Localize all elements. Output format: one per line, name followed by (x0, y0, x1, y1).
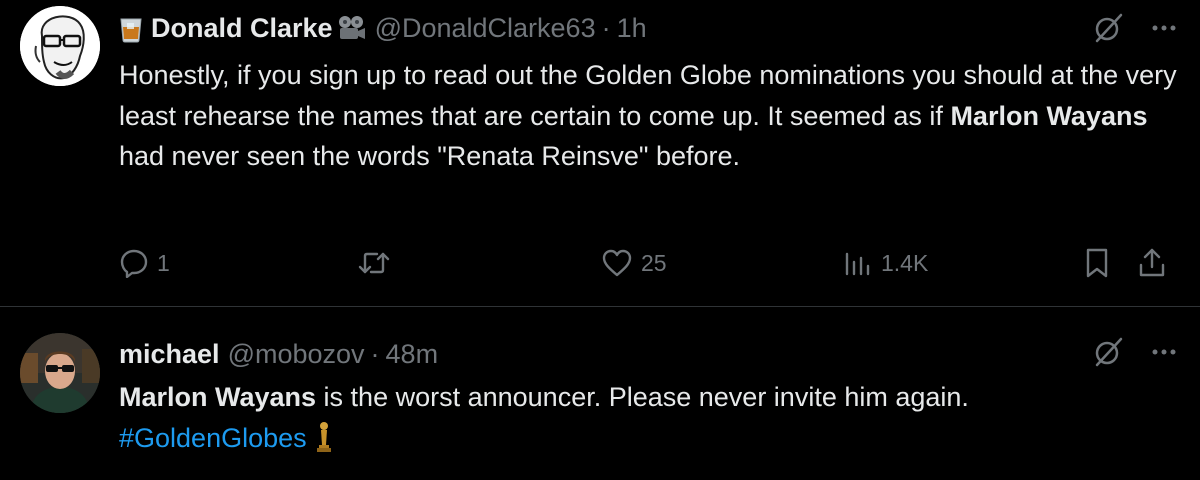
tweet[interactable]: michael @mobozov · 48m Marlon Wayans is … (0, 307, 1200, 480)
share-icon (1139, 248, 1165, 277)
reply-count: 1 (157, 249, 170, 276)
avatar-photo-icon (20, 333, 100, 413)
bookmark-icon (1086, 248, 1108, 278)
tweet-header: Donald Clarke @DonaldClarke63 · 1h (119, 8, 647, 48)
tweet-top-actions (1092, 336, 1178, 373)
tweet-text: Honestly, if you sign up to read out the… (119, 55, 1179, 177)
reply-icon (120, 249, 148, 278)
trophy-icon (315, 421, 333, 453)
retweet-button[interactable] (357, 238, 391, 288)
reply-button[interactable]: 1 (119, 238, 170, 288)
tweet-actions: 1 25 1.4K (119, 238, 1180, 288)
tweet-text-bold: Marlon Wayans (119, 382, 317, 412)
grok-icon[interactable] (1092, 12, 1124, 49)
tweet-text: Marlon Wayans is the worst announcer. Pl… (119, 377, 1179, 458)
display-name[interactable]: Donald Clarke (151, 13, 333, 44)
heart-icon (602, 249, 632, 277)
tweet-text-bold: Marlon Wayans (950, 100, 1148, 131)
tweet-text-segment: had never seen the words "Renata Reinsve… (119, 141, 741, 171)
like-count: 25 (641, 249, 667, 276)
grok-icon[interactable] (1092, 336, 1124, 373)
like-button[interactable]: 25 (601, 238, 667, 288)
film-camera-icon (337, 15, 367, 41)
tweet-top-actions (1092, 12, 1178, 49)
user-handle[interactable]: @mobozov (228, 339, 365, 370)
views-button[interactable]: 1.4K (843, 238, 928, 288)
separator-dot: · (370, 338, 380, 369)
more-dots-icon[interactable] (1150, 338, 1178, 371)
view-count: 1.4K (881, 249, 929, 276)
tweet[interactable]: Donald Clarke @DonaldClarke63 · 1h Hones… (0, 0, 1200, 307)
whisky-glass-icon (119, 13, 143, 43)
hashtag-link[interactable]: #GoldenGlobes (119, 423, 307, 453)
avatar[interactable] (20, 6, 100, 86)
avatar-drawing-icon (20, 6, 100, 86)
separator-dot: · (601, 12, 611, 43)
tweet-text-segment: is the worst announcer. Please never inv… (316, 382, 969, 412)
timestamp[interactable]: 1h (617, 13, 647, 44)
user-handle[interactable]: @DonaldClarke63 (375, 13, 596, 44)
tweet-header: michael @mobozov · 48m (119, 334, 438, 374)
timestamp[interactable]: 48m (386, 339, 439, 370)
more-dots-icon[interactable] (1150, 14, 1178, 47)
views-icon (845, 252, 870, 276)
display-name[interactable]: michael (119, 339, 220, 370)
retweet-icon (358, 252, 390, 274)
bookmark-button[interactable] (1083, 238, 1111, 288)
share-button[interactable] (1137, 238, 1167, 288)
avatar[interactable] (20, 333, 100, 413)
